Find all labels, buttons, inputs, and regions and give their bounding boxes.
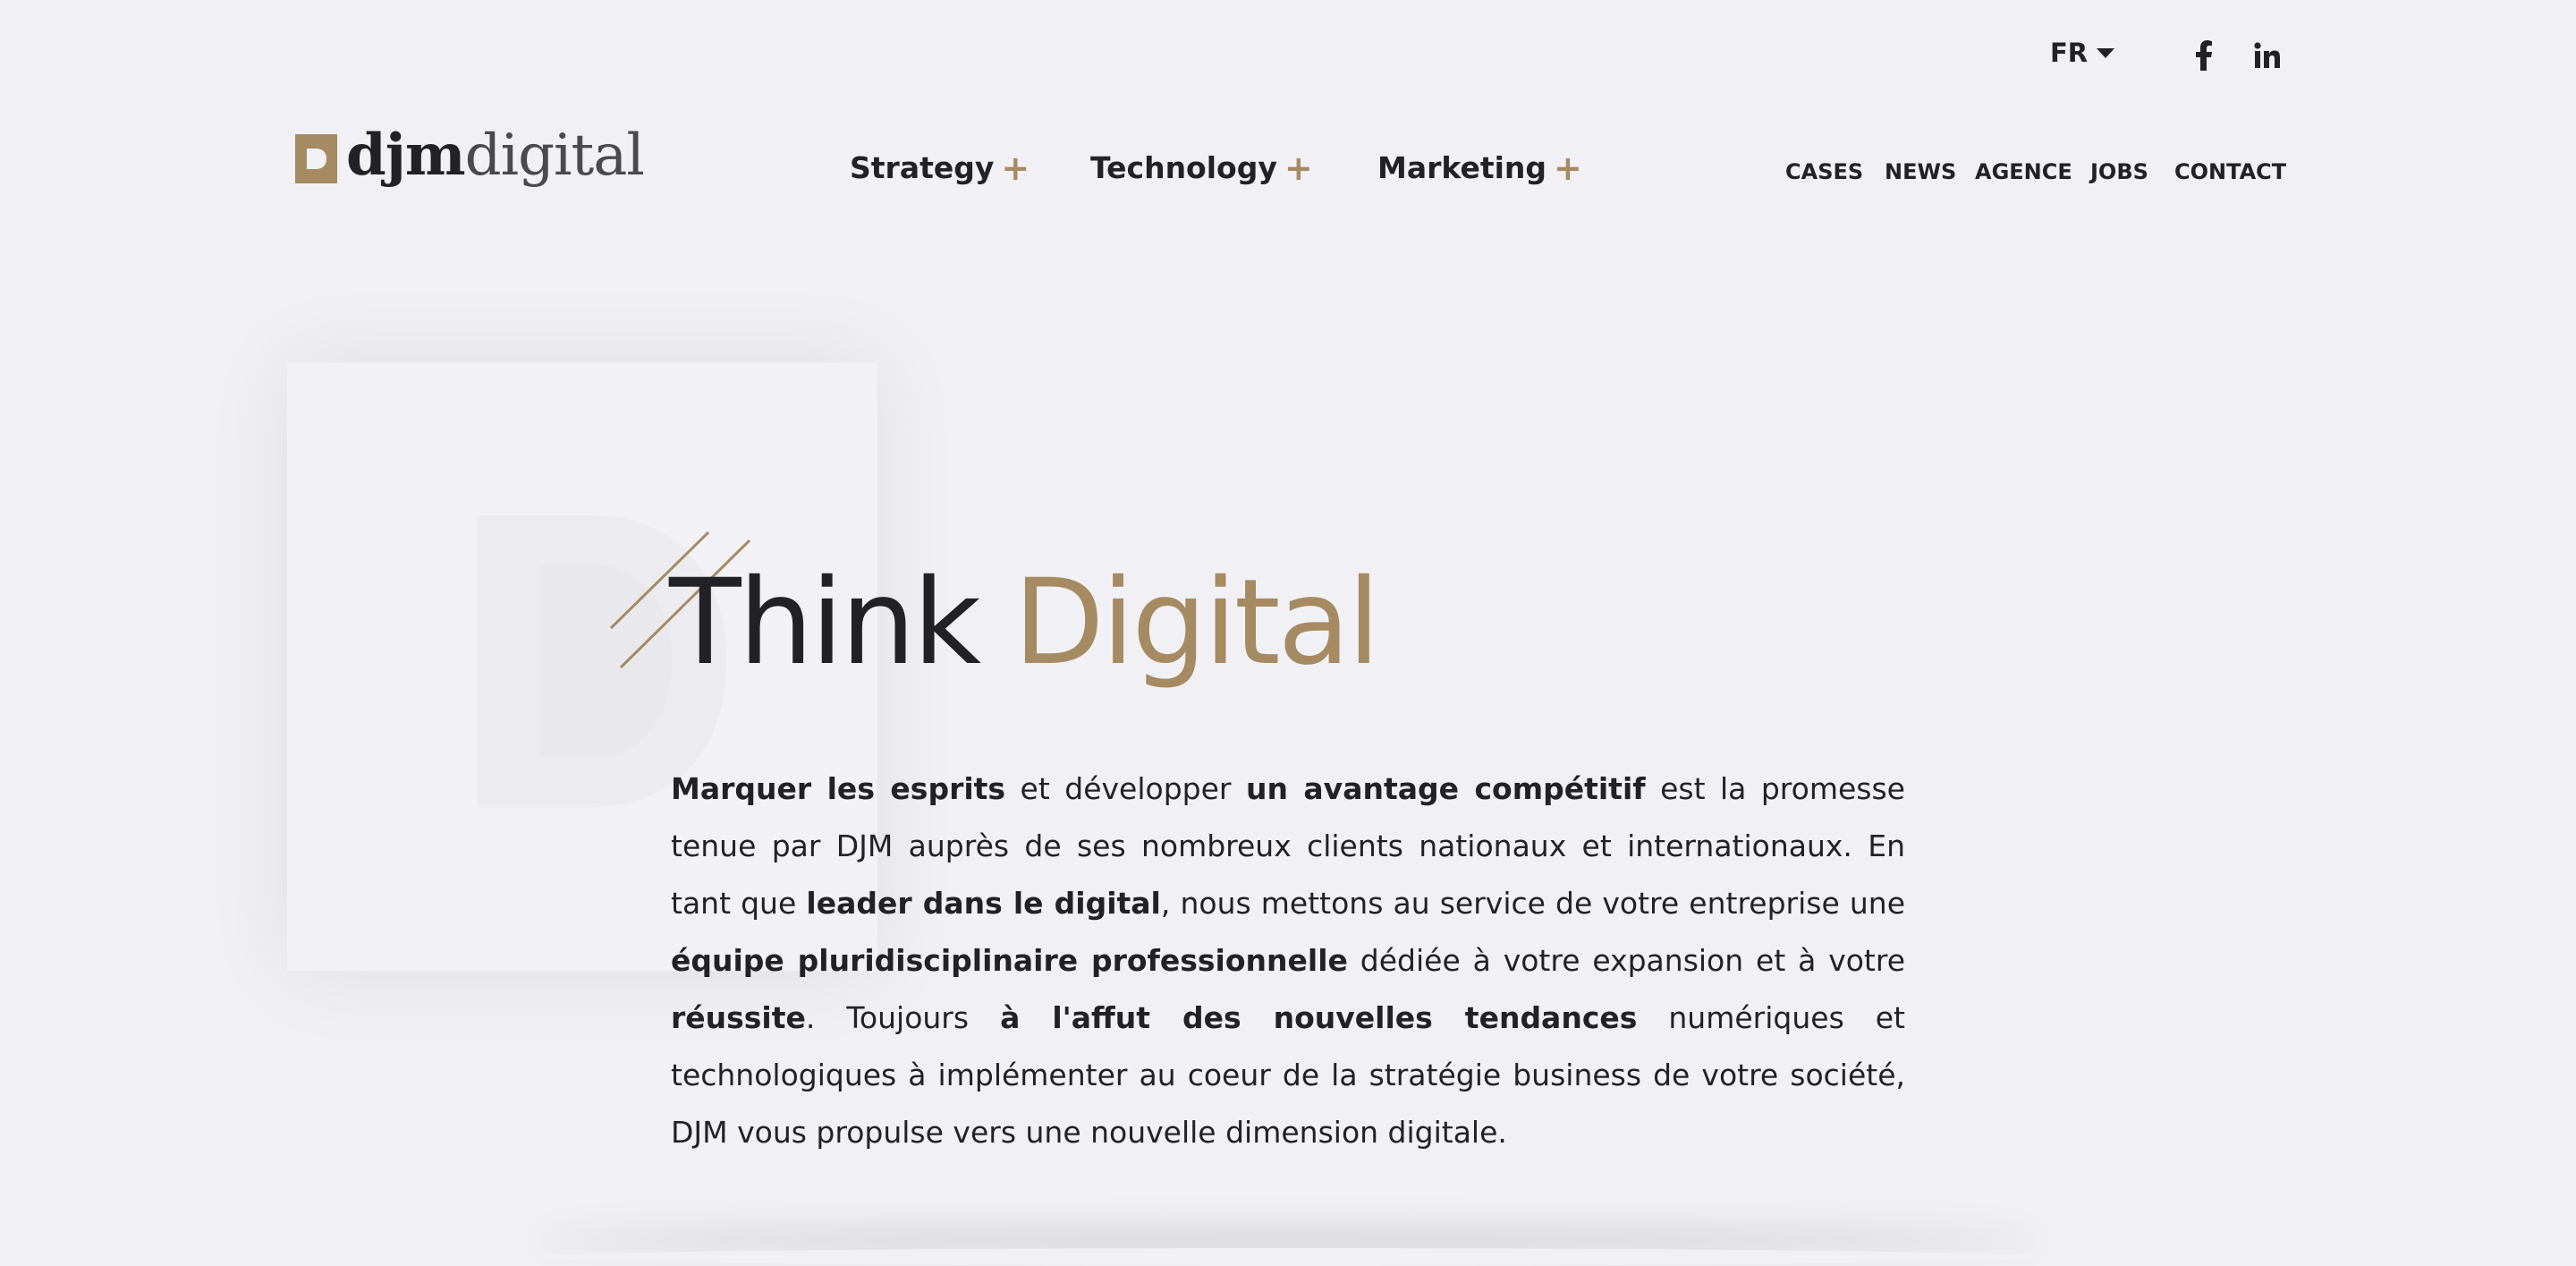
language-selector[interactable]: FR bbox=[2050, 38, 2115, 68]
intro-emphasis: un avantage compétitif bbox=[1245, 771, 1646, 806]
nav-strategy[interactable]: Strategy + bbox=[850, 150, 1030, 185]
top-bar: FR bbox=[0, 36, 2576, 79]
nav-marketing[interactable]: Marketing + bbox=[1377, 150, 1582, 185]
plus-icon: + bbox=[1001, 148, 1030, 188]
nav-link-agence[interactable]: AGENCE bbox=[1975, 159, 2072, 184]
linkedin-icon[interactable] bbox=[2248, 36, 2287, 75]
plus-icon: + bbox=[1554, 148, 1582, 188]
language-label: FR bbox=[2050, 38, 2089, 68]
intro-text: . Toujours bbox=[805, 1000, 1001, 1035]
intro-emphasis: leader dans le digital bbox=[806, 886, 1161, 921]
nav-marketing-label: Marketing bbox=[1377, 150, 1547, 185]
logo-wordmark: djmdigital bbox=[346, 127, 645, 185]
logo-text-djm: djm bbox=[346, 122, 466, 189]
nav-technology-label: Technology bbox=[1090, 150, 1277, 185]
nav-strategy-label: Strategy bbox=[850, 150, 995, 185]
nav-link-cases[interactable]: CASES bbox=[1785, 159, 1863, 184]
intro-text: , nous mettons au service de votre entre… bbox=[1160, 886, 1905, 921]
intro-paragraph: Marquer les esprits et développer un ava… bbox=[671, 760, 1905, 1161]
nav-technology[interactable]: Technology + bbox=[1090, 150, 1313, 185]
facebook-icon[interactable] bbox=[2184, 36, 2224, 75]
next-section-edge bbox=[537, 1248, 2039, 1266]
intro-emphasis: équipe pluridisciplinaire professionnell… bbox=[671, 943, 1348, 978]
nav-link-contact[interactable]: CONTACT bbox=[2174, 159, 2286, 184]
hero-title-think: Think bbox=[669, 554, 981, 692]
logo[interactable]: djmdigital bbox=[295, 127, 645, 184]
hero-title-digital: Digital bbox=[1013, 554, 1380, 692]
intro-emphasis: Marquer les esprits bbox=[671, 771, 1006, 806]
logo-text-digital: digital bbox=[464, 123, 645, 189]
caret-down-icon bbox=[2097, 47, 2115, 58]
intro-emphasis: réussite bbox=[671, 1000, 806, 1035]
intro-text: et développer bbox=[1005, 771, 1246, 806]
nav-link-jobs[interactable]: JOBS bbox=[2090, 159, 2148, 184]
intro-text: dédiée à votre expansion et à votre bbox=[1347, 943, 1906, 978]
nav-link-news[interactable]: NEWS bbox=[1885, 159, 1956, 184]
logo-mark-icon bbox=[295, 133, 337, 183]
hero-title: Think Digital bbox=[669, 564, 1380, 682]
intro-emphasis: à l'affut des nouvelles tendances bbox=[1000, 1000, 1638, 1035]
plus-icon: + bbox=[1284, 148, 1313, 188]
